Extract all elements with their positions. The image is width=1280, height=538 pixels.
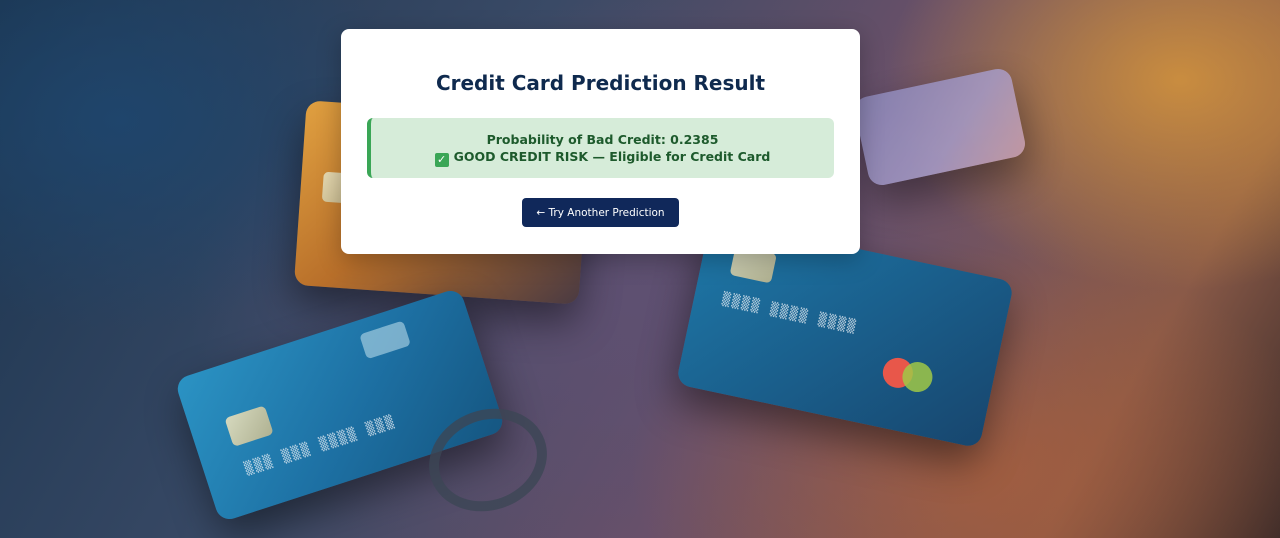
background-card-purple [852, 66, 1028, 188]
card-hologram-icon [359, 320, 411, 360]
verdict-line: ✓ GOOD CREDIT RISK — Eligible for Credit … [371, 148, 834, 167]
verdict-text: GOOD CREDIT RISK — Eligible for Credit C… [453, 149, 771, 164]
card-number-decoration: ▒▒▒▒ ▒▒▒▒ ▒▒▒▒ [720, 291, 859, 336]
try-another-prediction-button[interactable]: ← Try Another Prediction [522, 198, 679, 227]
probability-text: Probability of Bad Credit: 0.2385 [486, 132, 719, 147]
page-title: Credit Card Prediction Result [435, 71, 766, 95]
card-chip-icon [224, 405, 274, 447]
check-icon: ✓ [434, 153, 449, 167]
result-alert: Probability of Bad Credit: 0.2385 ✓ GOOD … [367, 118, 834, 178]
result-panel: Credit Card Prediction Result Probabilit… [341, 29, 860, 254]
